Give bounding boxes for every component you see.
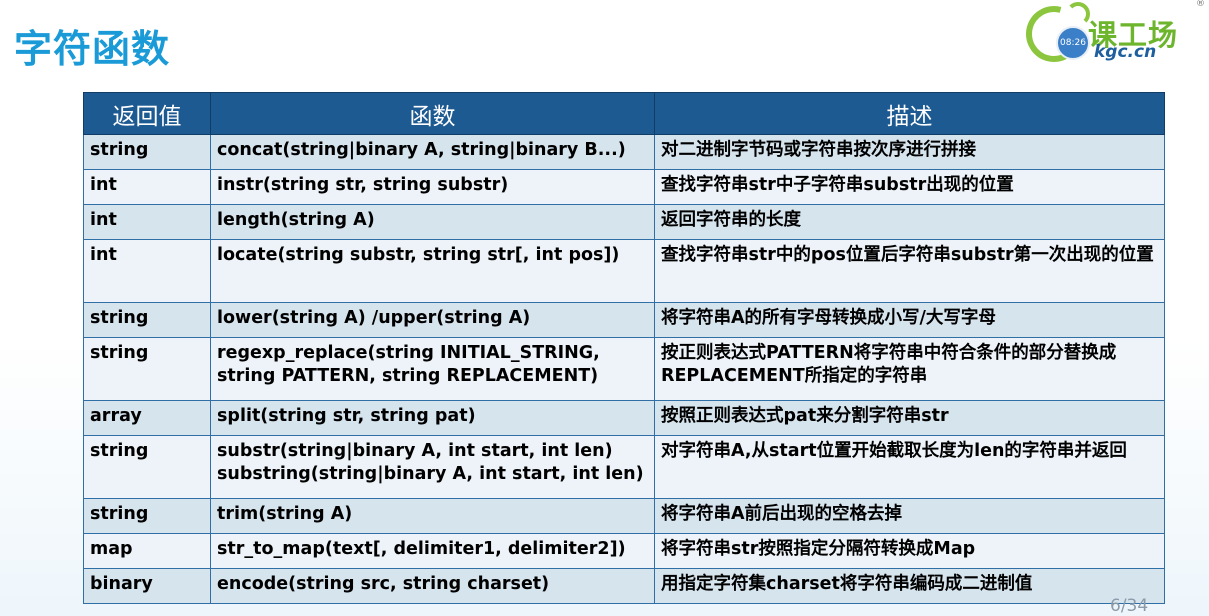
cell-return-type: array — [83, 400, 211, 436]
table-row: int instr(string str, string substr) 查找字… — [83, 169, 1165, 205]
cell-description: 查找字符串str中的pos位置后字符串substr第一次出现的位置 — [654, 239, 1165, 303]
cell-description: 将字符串A的所有字母转换成小写/大写字母 — [654, 302, 1165, 338]
cell-return-type: map — [83, 533, 211, 569]
cell-description: 对二进制字节码或字符串按次序进行拼接 — [654, 134, 1165, 170]
cell-function: lower(string A) /upper(string A) — [210, 302, 655, 338]
cell-description: 将字符串str按照指定分隔符转换成Map — [654, 533, 1165, 569]
cell-function: locate(string substr, string str[, int p… — [210, 239, 655, 303]
cell-function: trim(string A) — [210, 498, 655, 534]
cell-function: split(string str, string pat) — [210, 400, 655, 436]
cell-function: encode(string src, string charset) — [210, 568, 655, 604]
header-return-type: 返回值 — [83, 92, 211, 135]
cell-function: str_to_map(text[, delimiter1, delimiter2… — [210, 533, 655, 569]
cell-return-type: binary — [83, 568, 211, 604]
cell-return-type: string — [83, 337, 211, 401]
cell-description: 用指定字符集charset将字符串编码成二进制值 — [654, 568, 1165, 604]
header-function: 函数 — [210, 92, 655, 135]
cell-function: length(string A) — [210, 204, 655, 240]
cell-return-type: string — [83, 134, 211, 170]
header-description: 描述 — [654, 92, 1165, 135]
cell-function: substr(string|binary A, int start, int l… — [210, 435, 655, 499]
string-function-table: 返回值 函数 描述 string concat(string|binary A,… — [83, 92, 1165, 604]
registered-mark: ® — [1196, 0, 1205, 9]
table-row: string lower(string A) /upper(string A) … — [83, 302, 1165, 338]
table-row: array split(string str, string pat) 按照正则… — [83, 400, 1165, 436]
table-row: string substr(string|binary A, int start… — [83, 435, 1165, 499]
cell-description: 返回字符串的长度 — [654, 204, 1165, 240]
cell-return-type: int — [83, 239, 211, 303]
cell-description: 对字符串A,从start位置开始截取长度为len的字符串并返回 — [654, 435, 1165, 499]
table-row: map str_to_map(text[, delimiter1, delimi… — [83, 533, 1165, 569]
table-row: int length(string A) 返回字符串的长度 — [83, 204, 1165, 240]
cell-description: 将字符串A前后出现的空格去掉 — [654, 498, 1165, 534]
slide-title: 字符函数 — [14, 27, 171, 71]
cell-return-type: int — [83, 204, 211, 240]
cell-description: 查找字符串str中子字符串substr出现的位置 — [654, 169, 1165, 205]
logo-signal-icon — [1066, 2, 1090, 26]
cell-description: 按照正则表达式pat来分割字符串str — [654, 400, 1165, 436]
page-number: 6/34 — [1110, 596, 1149, 616]
table-row: string trim(string A) 将字符串A前后出现的空格去掉 — [83, 498, 1165, 534]
cell-return-type: string — [83, 302, 211, 338]
kgc-logo: 08:26 课工场 kgc.cn ® — [1015, 0, 1209, 73]
table-row: string regexp_replace(string INITIAL_STR… — [83, 337, 1165, 401]
cell-function: instr(string str, string substr) — [210, 169, 655, 205]
clock-badge: 08:26 — [1056, 26, 1090, 60]
cell-function: concat(string|binary A, string|binary B.… — [210, 134, 655, 170]
logo-en-text: kgc.cn — [1094, 42, 1157, 62]
table-row: string concat(string|binary A, string|bi… — [83, 134, 1165, 170]
table-row: binary encode(string src, string charset… — [83, 568, 1165, 604]
cell-return-type: string — [83, 435, 211, 499]
cell-function: regexp_replace(string INITIAL_STRING, st… — [210, 337, 655, 401]
table-header-row: 返回值 函数 描述 — [83, 92, 1165, 135]
cell-description: 按正则表达式PATTERN将字符串中符合条件的部分替换成REPLACEMENT所… — [654, 337, 1165, 401]
cell-return-type: string — [83, 498, 211, 534]
table-row: int locate(string substr, string str[, i… — [83, 239, 1165, 303]
cell-return-type: int — [83, 169, 211, 205]
